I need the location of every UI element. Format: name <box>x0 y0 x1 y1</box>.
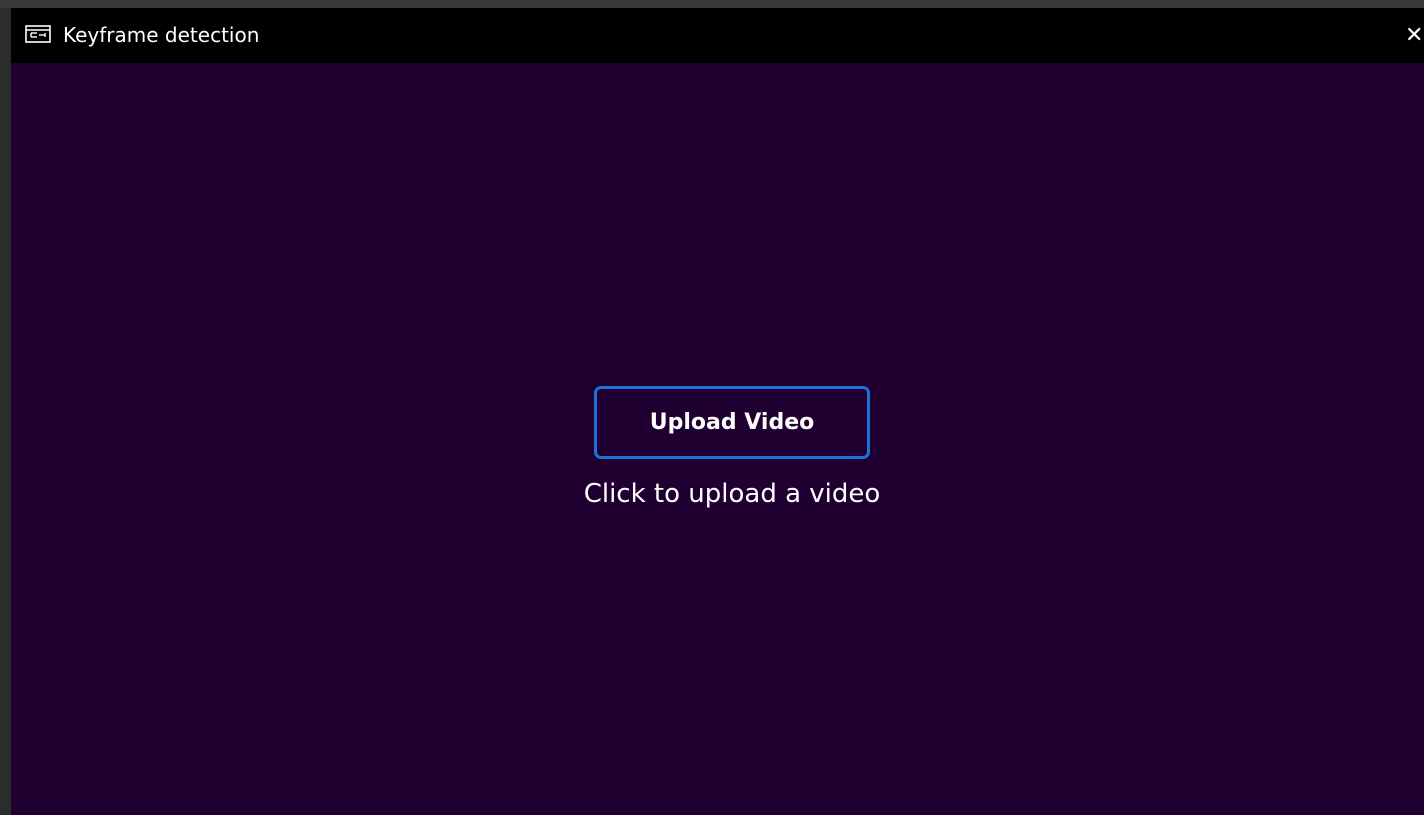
close-button[interactable]: ✕ <box>1405 8 1424 63</box>
title-bar[interactable]: Keyframe detection ✕ <box>11 8 1424 63</box>
desktop: Keyframe detection ✕ Upload Video Click … <box>0 0 1424 815</box>
window-title: Keyframe detection <box>63 23 260 47</box>
keyframe-app-icon <box>25 25 51 43</box>
app-window: Keyframe detection ✕ Upload Video Click … <box>11 8 1424 815</box>
main-content: Upload Video Click to upload a video <box>11 63 1424 815</box>
desktop-background-strip <box>0 0 1424 8</box>
upload-hint-text: Click to upload a video <box>583 479 881 509</box>
upload-video-button[interactable]: Upload Video <box>594 386 870 459</box>
